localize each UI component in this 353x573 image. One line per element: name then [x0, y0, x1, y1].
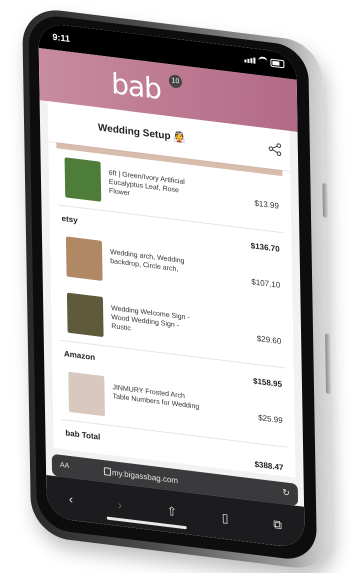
wifi-icon — [258, 56, 268, 67]
item-thumbnail[interactable] — [64, 157, 102, 202]
item-name[interactable]: 6ft | Green/Ivory Artificial Eucalyptus … — [109, 169, 197, 207]
phone-mockup: 9:11 bab 10 Wedding Setup 👰 6ft | Green/… — [22, 6, 332, 573]
item-price: $107.10 — [251, 277, 281, 290]
store-name: etsy — [61, 213, 78, 225]
tabs-icon[interactable]: ⧉ — [273, 516, 282, 532]
volume-button — [322, 182, 328, 218]
bag-card: Wedding Setup 👰 6ft | Green/Ivory Artifi… — [47, 101, 296, 478]
item-name[interactable]: Wedding Welcome Sign - Wood Wedding Sign… — [111, 304, 199, 342]
item-name[interactable]: Wedding arch, Wedding backdrop, Circle a… — [110, 248, 198, 277]
item-price: $29.60 — [256, 333, 282, 346]
forward-icon[interactable]: › — [118, 498, 122, 513]
status-time: 9:11 — [52, 31, 71, 44]
item-thumbnail[interactable] — [66, 292, 104, 338]
url-text[interactable]: my.bigassbag.com — [112, 468, 178, 485]
lock-icon — [103, 467, 111, 477]
screenshot: 9:11 bab 10 Wedding Setup 👰 6ft | Green/… — [0, 0, 353, 573]
reload-icon[interactable]: ↻ — [282, 487, 290, 499]
item-price: $13.99 — [254, 198, 279, 211]
phone-screen: 9:11 bab 10 Wedding Setup 👰 6ft | Green/… — [38, 22, 305, 549]
bookmarks-icon[interactable]: ▯ — [222, 511, 229, 526]
bag-list[interactable]: 6ft | Green/Ivory Artificial Eucalyptus … — [48, 141, 295, 478]
reader-options-button[interactable]: AA — [60, 462, 69, 470]
share-sheet-icon[interactable]: ⇧ — [167, 504, 177, 519]
bag-title: Wedding Setup 👰 — [97, 122, 186, 145]
item-thumbnail[interactable] — [65, 236, 103, 281]
item-name[interactable]: JINMURY Frosted Arch Table Numbers for W… — [112, 383, 200, 412]
item-price: $25.99 — [258, 413, 283, 426]
total-label: bab Total — [65, 428, 101, 442]
total-value: $388.47 — [254, 459, 284, 473]
notification-badge[interactable]: 10 — [168, 74, 183, 89]
battery-icon — [270, 58, 285, 68]
item-thumbnail[interactable] — [68, 371, 105, 417]
status-icons — [244, 54, 285, 68]
share-icon[interactable] — [268, 141, 282, 157]
back-icon[interactable]: ‹ — [69, 492, 73, 507]
signal-icon — [244, 56, 256, 64]
store-name: Amazon — [63, 349, 96, 363]
power-button — [325, 333, 332, 395]
bab-logo[interactable]: bab — [111, 67, 161, 106]
